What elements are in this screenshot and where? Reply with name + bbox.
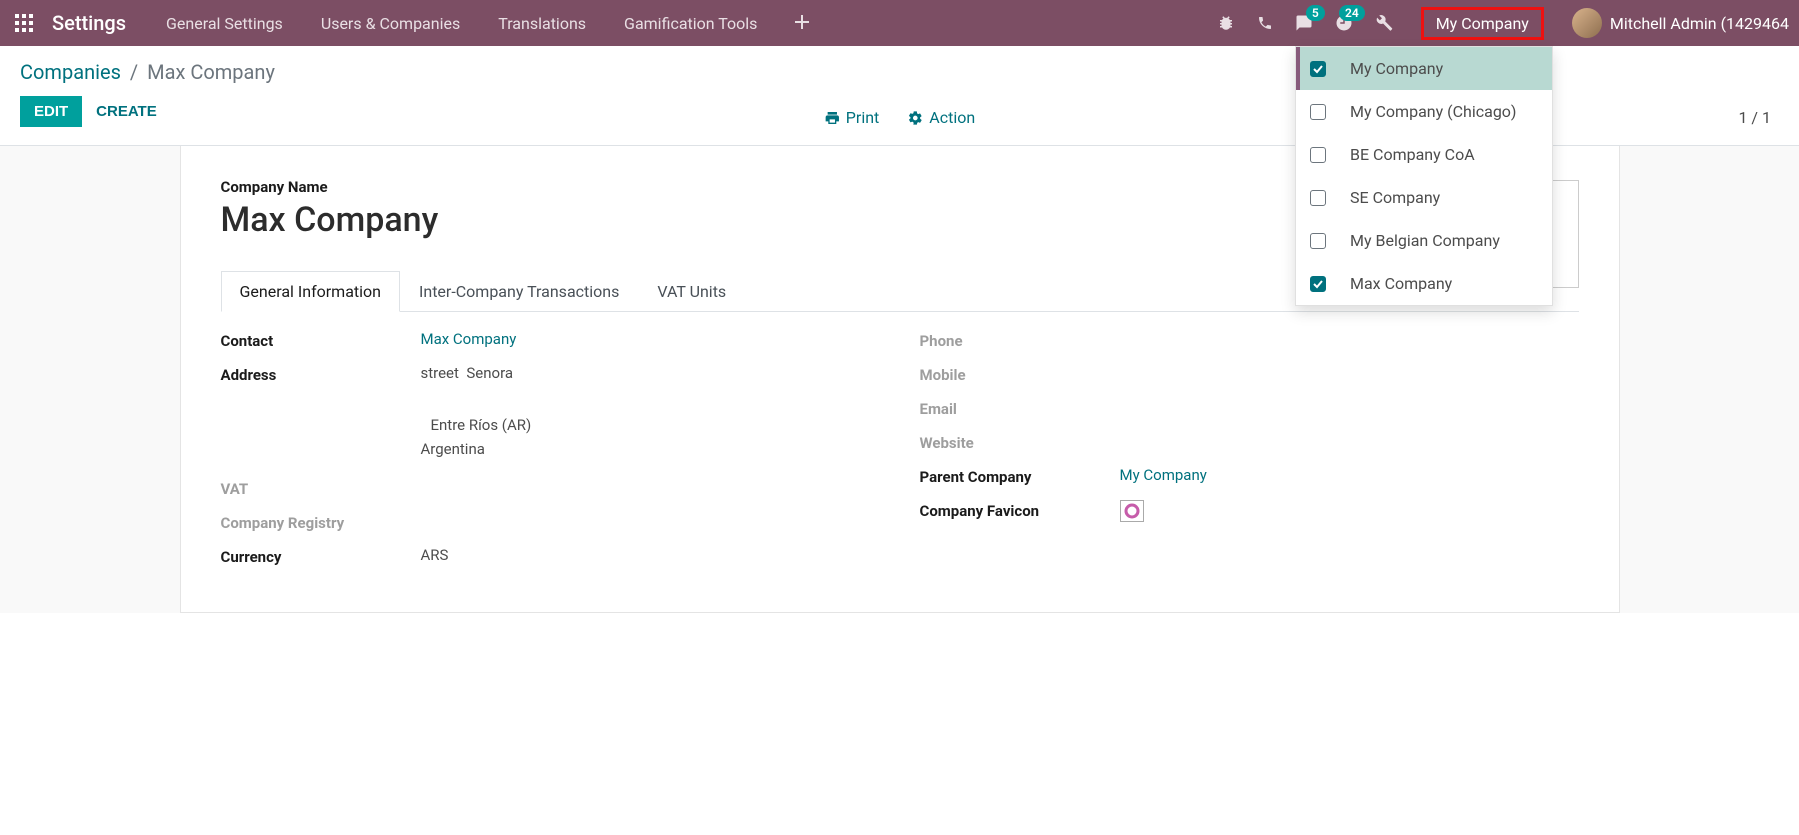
address-state: Entre Ríos (AR): [421, 416, 880, 434]
form-left-column: Contact Max Company Address street Senor…: [221, 330, 880, 580]
tools-button[interactable]: [1375, 14, 1393, 32]
breadcrumb-current: Max Company: [147, 60, 275, 84]
debug-button[interactable]: [1217, 14, 1235, 32]
checkbox-icon: [1310, 147, 1326, 163]
nav-systray: 5 24 My Company Mitchell Admin (1429464: [1217, 7, 1789, 40]
phone-label: Phone: [920, 330, 1120, 350]
form-fields: Contact Max Company Address street Senor…: [221, 330, 1579, 580]
messages-badge: 5: [1306, 5, 1325, 21]
company-option-label: BE Company CoA: [1350, 145, 1475, 164]
vat-label: VAT: [221, 478, 421, 498]
company-option-label: My Belgian Company: [1350, 231, 1500, 250]
company-option-max[interactable]: Max Company: [1296, 262, 1552, 305]
company-option-label: Max Company: [1350, 274, 1452, 293]
phone-icon: [1257, 15, 1273, 31]
company-option-se[interactable]: SE Company: [1296, 176, 1552, 219]
nav-menu: General Settings Users & Companies Trans…: [166, 14, 809, 33]
print-icon: [824, 110, 840, 126]
user-menu[interactable]: Mitchell Admin (1429464: [1572, 8, 1789, 38]
nav-translations[interactable]: Translations: [498, 14, 586, 33]
company-option-chicago[interactable]: My Company (Chicago): [1296, 90, 1552, 133]
company-option-belgian[interactable]: My Belgian Company: [1296, 219, 1552, 262]
address-country: Argentina: [421, 440, 880, 458]
parent-company-value[interactable]: My Company: [1120, 466, 1579, 484]
website-label: Website: [920, 432, 1120, 452]
wrench-icon: [1375, 14, 1393, 32]
parent-company-label: Parent Company: [920, 466, 1120, 486]
address-street: street: [421, 364, 459, 382]
gear-icon: [907, 110, 923, 126]
company-option-be-coa[interactable]: BE Company CoA: [1296, 133, 1552, 176]
nav-gamification[interactable]: Gamification Tools: [624, 14, 757, 33]
contact-value[interactable]: Max Company: [421, 330, 880, 348]
form-right-column: Phone Mobile Email Website Parent Compan…: [920, 330, 1579, 580]
print-button[interactable]: Print: [824, 108, 879, 127]
email-label: Email: [920, 398, 1120, 418]
company-dropdown: My Company My Company (Chicago) BE Compa…: [1295, 46, 1553, 306]
top-navbar: Settings General Settings Users & Compan…: [0, 0, 1799, 46]
address-street2: Senora: [466, 364, 513, 382]
checkbox-icon: [1310, 233, 1326, 249]
action-button[interactable]: Action: [907, 108, 975, 127]
phone-button[interactable]: [1257, 15, 1273, 31]
checkbox-icon: [1310, 104, 1326, 120]
checkbox-icon: [1310, 276, 1326, 292]
company-option-label: SE Company: [1350, 188, 1440, 207]
favicon-image: [1120, 500, 1144, 522]
tab-general-info[interactable]: General Information: [221, 271, 401, 312]
apps-menu-button[interactable]: [10, 9, 38, 37]
bug-icon: [1217, 14, 1235, 32]
create-button[interactable]: CREATE: [96, 103, 157, 120]
nav-new-button[interactable]: [795, 14, 809, 33]
checkbox-icon: [1310, 190, 1326, 206]
messages-button[interactable]: 5: [1295, 14, 1313, 32]
edit-button[interactable]: EDIT: [20, 96, 82, 127]
tab-intercompany[interactable]: Inter-Company Transactions: [400, 271, 638, 312]
company-option-label: My Company: [1350, 59, 1443, 78]
company-option-my-company[interactable]: My Company: [1300, 47, 1552, 90]
activities-button[interactable]: 24: [1335, 14, 1353, 32]
contact-label: Contact: [221, 330, 421, 350]
nav-users-companies[interactable]: Users & Companies: [321, 14, 460, 33]
currency-label: Currency: [221, 546, 421, 566]
user-avatar: [1572, 8, 1602, 38]
favicon-label: Company Favicon: [920, 500, 1120, 520]
tab-vat-units[interactable]: VAT Units: [638, 271, 745, 312]
favicon-icon: [1124, 503, 1140, 519]
address-label: Address: [221, 364, 421, 384]
activities-badge: 24: [1339, 5, 1365, 21]
address-value: street Senora Entre Ríos (AR) Argentina: [421, 364, 880, 464]
checkbox-icon: [1310, 61, 1326, 77]
user-name-label: Mitchell Admin (1429464: [1610, 14, 1789, 33]
company-switcher[interactable]: My Company: [1421, 7, 1544, 40]
plus-icon: [795, 15, 809, 29]
apps-grid-icon: [15, 14, 33, 32]
toolbar-center: Print Action: [824, 108, 975, 127]
nav-general-settings[interactable]: General Settings: [166, 14, 283, 33]
mobile-label: Mobile: [920, 364, 1120, 384]
registry-label: Company Registry: [221, 512, 421, 532]
company-option-label: My Company (Chicago): [1350, 102, 1517, 121]
favicon-value[interactable]: [1120, 500, 1579, 523]
pager[interactable]: 1 / 1: [1738, 108, 1771, 127]
currency-value: ARS: [421, 546, 880, 564]
app-title: Settings: [52, 11, 126, 35]
breadcrumb-parent[interactable]: Companies: [20, 60, 121, 84]
breadcrumb-separator: /: [130, 60, 138, 84]
